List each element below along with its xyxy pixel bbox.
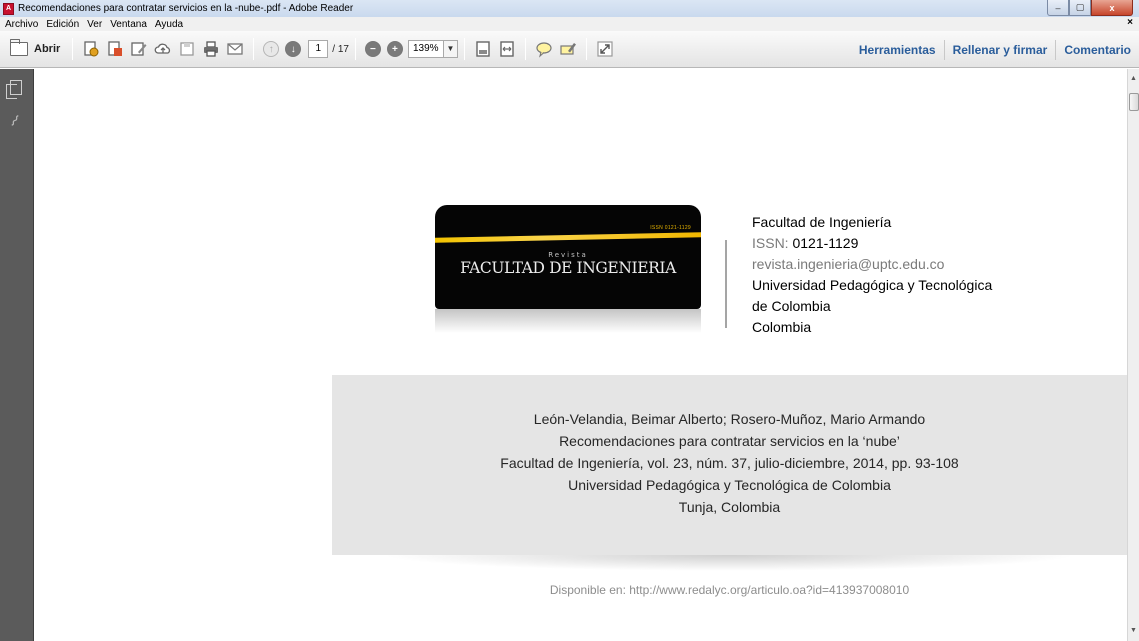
menu-ventana[interactable]: Ventana bbox=[109, 19, 148, 30]
zoom-select[interactable]: 139% ▼ bbox=[407, 40, 458, 58]
edit-pdf-icon[interactable] bbox=[129, 37, 149, 61]
title-bar: A Recomendaciones para contratar servici… bbox=[0, 0, 1139, 17]
fit-page-icon[interactable] bbox=[473, 37, 493, 61]
journal-issn: ISSN: 0121-1129 bbox=[752, 233, 992, 254]
comment-icon[interactable] bbox=[534, 37, 554, 61]
zoom-in-button[interactable]: + bbox=[386, 41, 403, 57]
open-label: Abrir bbox=[34, 43, 61, 55]
journal-country: Colombia bbox=[752, 319, 812, 335]
toolbar-separator bbox=[524, 38, 526, 60]
create-pdf-icon[interactable] bbox=[81, 37, 101, 61]
cloud-upload-icon[interactable] bbox=[153, 37, 173, 61]
journal-name: Facultad de Ingeniería bbox=[752, 214, 892, 230]
toolbar-separator bbox=[585, 38, 587, 60]
document-page: ISSN 0121-1129 Revista FACULTAD DE INGEN… bbox=[35, 69, 1127, 641]
logo-banner: ISSN 0121-1129 Revista FACULTAD DE INGEN… bbox=[435, 205, 701, 309]
zoom-input[interactable]: 139% bbox=[407, 40, 444, 58]
citation-title: Recomendaciones para contratar servicios… bbox=[559, 433, 900, 449]
zoom-out-button[interactable]: − bbox=[364, 41, 381, 57]
logo-name: FACULTAD DE INGENIERIA bbox=[460, 259, 676, 277]
export-pdf-icon[interactable] bbox=[105, 37, 125, 61]
citation-source: Facultad de Ingeniería, vol. 23, núm. 37… bbox=[500, 455, 959, 471]
next-page-button[interactable]: ↓ bbox=[285, 41, 302, 57]
page-thumbnails-icon[interactable] bbox=[6, 80, 22, 99]
task-panes: Herramientas Rellenar y firmar Comentari… bbox=[851, 31, 1139, 68]
save-icon[interactable] bbox=[177, 37, 197, 61]
navigation-pane: ⌇ bbox=[0, 69, 34, 641]
highlight-icon[interactable] bbox=[558, 37, 578, 61]
journal-info: Facultad de Ingeniería ISSN: 0121-1129 r… bbox=[752, 212, 992, 338]
logo-issn: ISSN 0121-1129 bbox=[650, 225, 691, 231]
menu-bar: Archivo Edición Ver Ventana Ayuda × bbox=[0, 17, 1139, 31]
window-controls: – ▢ x bbox=[1047, 0, 1133, 16]
divider bbox=[725, 240, 727, 328]
logo-stripe bbox=[435, 232, 701, 243]
toolbar-separator bbox=[72, 38, 74, 60]
citation-shadow bbox=[382, 555, 1077, 571]
page-total: / 17 bbox=[332, 43, 349, 55]
logo-reflection bbox=[435, 309, 701, 333]
issn-value: 0121-1129 bbox=[792, 235, 859, 251]
tools-link[interactable]: Herramientas bbox=[851, 40, 944, 60]
citation-authors: León-Velandia, Beimar Alberto; Rosero-Mu… bbox=[533, 411, 926, 427]
issn-label: ISSN: bbox=[752, 235, 793, 251]
email-icon[interactable] bbox=[225, 37, 245, 61]
maximize-button[interactable]: ▢ bbox=[1069, 0, 1091, 16]
citation: León-Velandia, Beimar Alberto; Rosero-Mu… bbox=[332, 408, 1127, 518]
close-button[interactable]: x bbox=[1091, 0, 1133, 16]
menu-edicion[interactable]: Edición bbox=[45, 19, 80, 30]
window-title: Recomendaciones para contratar servicios… bbox=[18, 3, 354, 14]
attachments-icon[interactable]: ⌇ bbox=[7, 112, 23, 130]
close-document-icon[interactable]: × bbox=[1127, 17, 1133, 28]
journal-email[interactable]: revista.ingenieria@uptc.edu.co bbox=[752, 254, 992, 275]
vertical-scrollbar[interactable]: ▲ ▼ bbox=[1127, 69, 1139, 641]
menu-archivo[interactable]: Archivo bbox=[4, 19, 39, 30]
folder-icon bbox=[10, 39, 28, 56]
minimize-button[interactable]: – bbox=[1047, 0, 1069, 16]
scroll-down-icon[interactable]: ▼ bbox=[1130, 627, 1137, 634]
logo-revista: Revista bbox=[548, 251, 588, 259]
fit-width-icon[interactable] bbox=[497, 37, 517, 61]
toolbar-separator bbox=[354, 38, 356, 60]
university-line-2: de Colombia bbox=[752, 298, 831, 314]
citation-institution: Universidad Pedagógica y Tecnológica de … bbox=[568, 477, 891, 493]
available-link[interactable]: Disponible en: http://www.redalyc.org/ar… bbox=[332, 583, 1127, 597]
full-screen-icon[interactable] bbox=[595, 37, 615, 61]
university-line-1: Universidad Pedagógica y Tecnológica bbox=[752, 277, 993, 293]
print-icon[interactable] bbox=[201, 37, 221, 61]
scroll-up-icon[interactable]: ▲ bbox=[1130, 75, 1137, 82]
citation-place: Tunja, Colombia bbox=[678, 499, 781, 515]
previous-page-button[interactable]: ↑ bbox=[263, 41, 280, 57]
toolbar-separator bbox=[253, 38, 255, 60]
comment-link[interactable]: Comentario bbox=[1055, 39, 1139, 60]
toolbar: Abrir ↑ ↓ 1 / 17 − + 139% ▼ Herramientas… bbox=[0, 31, 1139, 68]
toolbar-separator bbox=[463, 38, 465, 60]
adobe-reader-icon: A bbox=[3, 2, 14, 15]
menu-ayuda[interactable]: Ayuda bbox=[154, 19, 184, 30]
page-number-input[interactable]: 1 bbox=[308, 40, 329, 58]
open-button[interactable]: Abrir bbox=[6, 37, 64, 61]
scroll-thumb[interactable] bbox=[1129, 93, 1139, 111]
journal-logo: ISSN 0121-1129 Revista FACULTAD DE INGEN… bbox=[435, 205, 701, 335]
fill-sign-link[interactable]: Rellenar y firmar bbox=[943, 39, 1056, 60]
menu-ver[interactable]: Ver bbox=[86, 19, 103, 30]
zoom-dropdown-icon[interactable]: ▼ bbox=[443, 40, 458, 58]
